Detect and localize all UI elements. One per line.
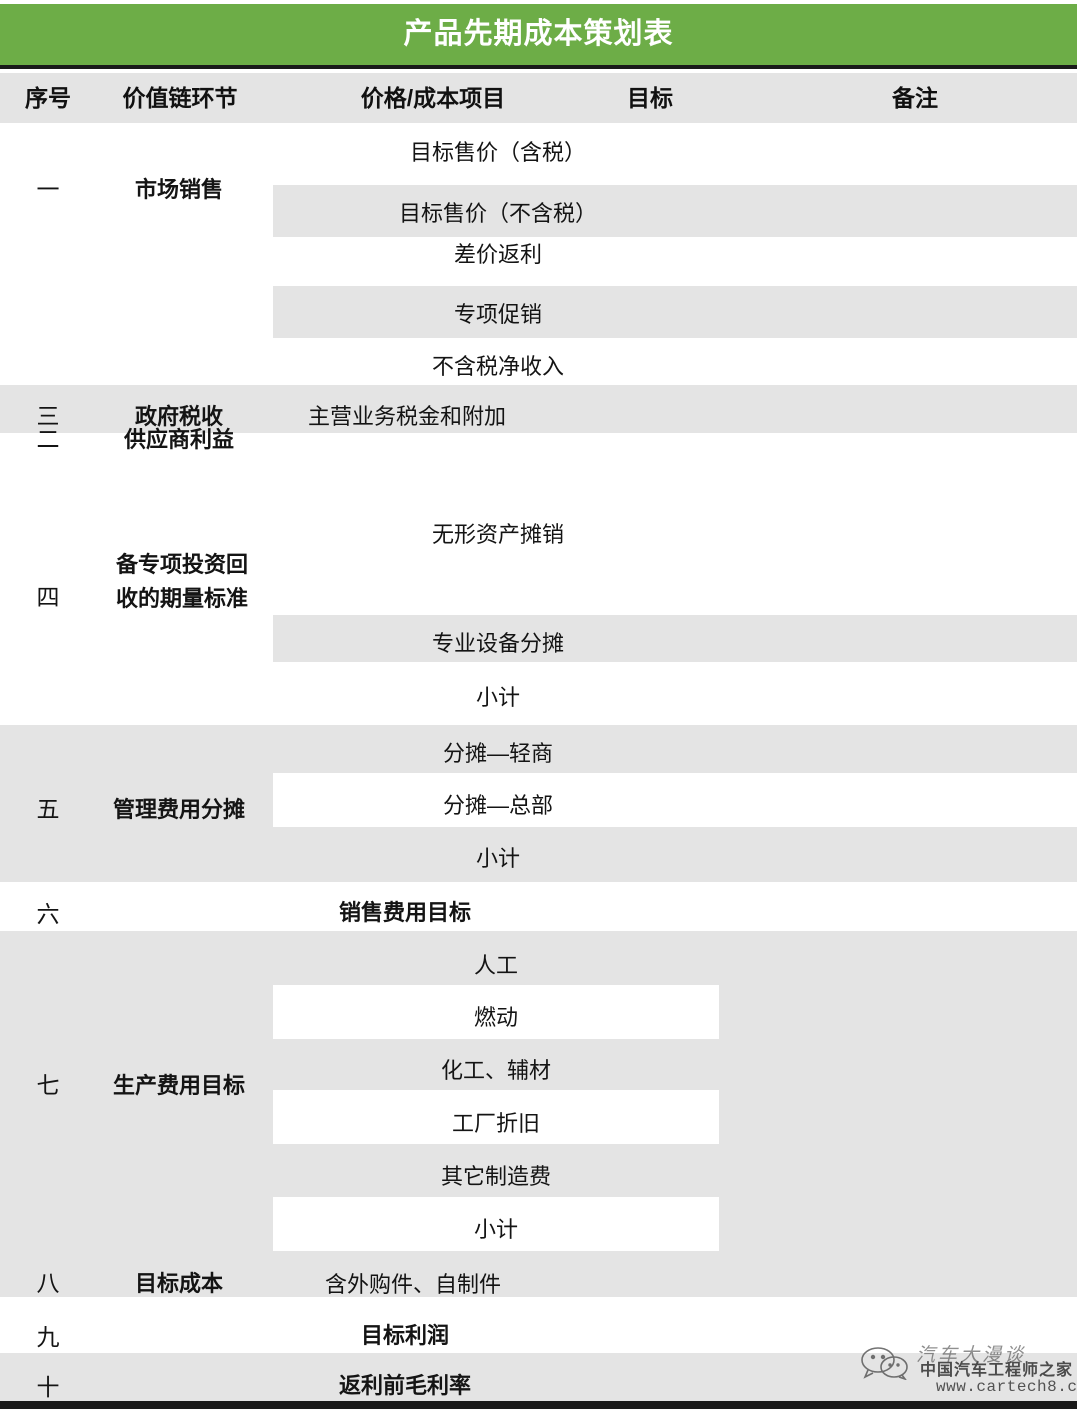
column-header-row: 序号 价值链环节 价格/成本项目 目标 备注: [0, 73, 1077, 123]
row-link: 市场销售: [134, 177, 223, 202]
row-item: 目标售价（不含税）: [398, 201, 597, 226]
row-item: 目标售价（含税）: [409, 140, 586, 165]
row-seq: 三: [36, 403, 60, 429]
row-seq: 七: [36, 1072, 60, 1098]
row-link: 备专项投资回 收的期量标准: [98, 548, 266, 616]
row-link: 目标成本: [134, 1271, 223, 1296]
row-item: 专业设备分摊: [431, 631, 564, 656]
row-item: 销售费用目标: [338, 900, 471, 925]
row-seq: 六: [36, 901, 60, 927]
watermark-brand-main: 中国汽车工程师之家: [920, 1362, 1074, 1379]
row-link: 生产费用目标: [112, 1073, 245, 1098]
sheet-title-banner: 产品先期成本策划表: [0, 4, 1077, 69]
row-item: 返利前毛利率: [338, 1373, 471, 1398]
row-item: 目标利润: [360, 1323, 449, 1348]
row-item: 工厂折旧: [451, 1111, 540, 1136]
row-item: 其它制造费: [440, 1164, 551, 1189]
row-item: 化工、辅材: [440, 1058, 551, 1083]
row-item: 专项促销: [453, 302, 542, 327]
row-seq: 十: [36, 1374, 60, 1400]
row-link-line2: 收的期量标准: [115, 586, 248, 612]
row-item: 无形资产摊销: [431, 522, 564, 547]
row-item: 燃动: [473, 1005, 518, 1030]
row-seq: 一: [36, 176, 60, 202]
wechat-icon: [861, 1347, 908, 1380]
row-item: 分摊—轻商: [442, 741, 553, 766]
bottom-divider: [0, 1401, 1077, 1409]
row-item: 差价返利: [453, 242, 542, 267]
column-header-seq: 序号: [25, 85, 71, 111]
row-link: 管理费用分摊: [112, 797, 245, 822]
row-item: 小计: [473, 1217, 518, 1242]
watermark: 汽车大漫谈 中国汽车工程师之家 www.cartech8.com: [858, 1338, 1077, 1402]
column-header-item: 价格/成本项目: [360, 85, 506, 111]
cost-planning-sheet: 产品先期成本策划表 序号 价值链环节 价格/成本项目 目标 备注 一 市场销售 …: [0, 0, 1077, 1409]
table-body: 一 市场销售 目标售价（含税） 目标售价（不含税） 二 供应商利益 差价返利 专…: [0, 123, 1077, 1405]
row-link: 政府税收: [134, 404, 223, 429]
column-header-link: 价值链环节: [122, 85, 238, 111]
row-link-line1: 备专项投资回: [115, 552, 248, 577]
row-item: 小计: [475, 685, 520, 710]
row-seq: 九: [36, 1324, 60, 1350]
row-item: 人工: [473, 953, 518, 978]
page-title: 产品先期成本策划表: [403, 18, 674, 50]
row-seq: 八: [36, 1270, 60, 1296]
row-item: 不含税净收入: [431, 354, 564, 379]
row-seq: 四: [36, 584, 60, 610]
row-item: 小计: [475, 846, 520, 871]
row-seq: 五: [36, 796, 60, 822]
row-item: 主营业务税金和附加: [308, 404, 507, 429]
watermark-url: www.cartech8.com: [936, 1378, 1077, 1396]
row-item: 含外购件、自制件: [325, 1272, 502, 1297]
row-item: 分摊—总部: [442, 793, 553, 818]
column-header-remark: 备注: [892, 85, 938, 111]
column-header-target: 目标: [627, 85, 673, 111]
